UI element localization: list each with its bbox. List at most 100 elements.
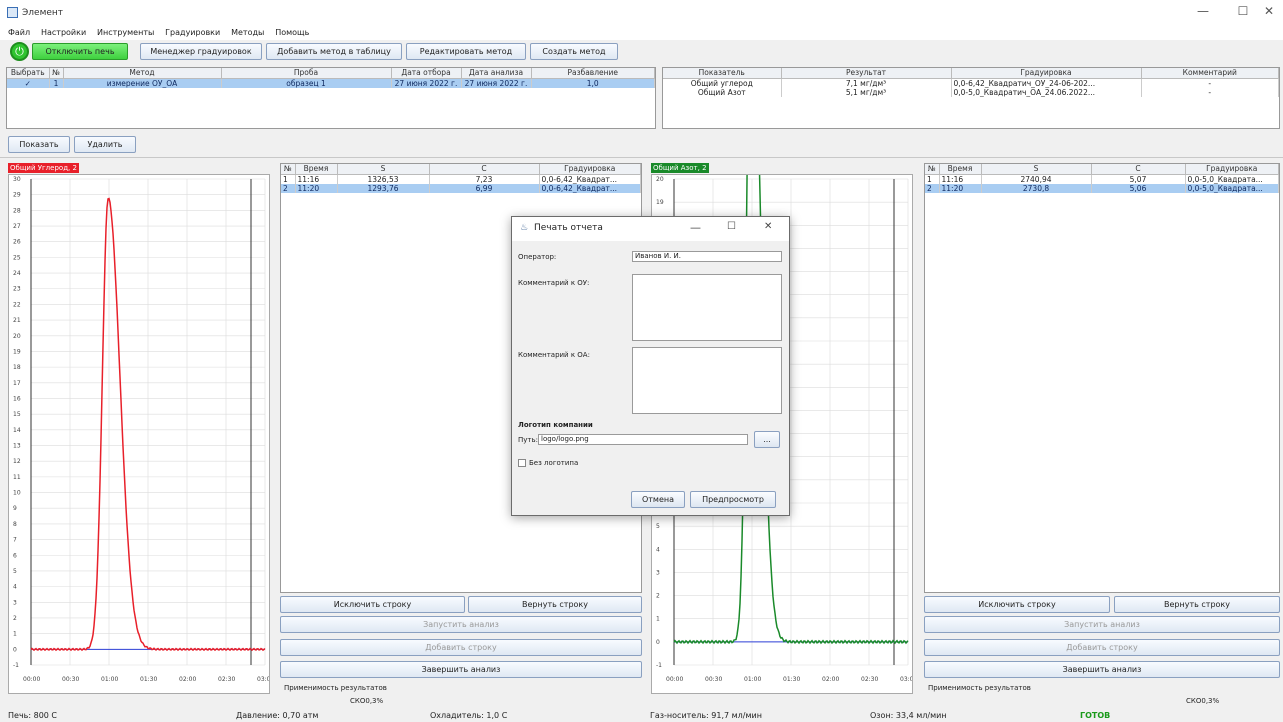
x-tick-label: 00:00 [23, 676, 40, 683]
add-method-button[interactable]: Добавить метод в таблицу [266, 43, 402, 60]
menu-tools[interactable]: Инструменты [97, 28, 154, 37]
finish-analysis-button[interactable]: Завершить анализ [924, 661, 1280, 678]
y-tick-label: 26 [13, 239, 21, 246]
menu-calibrations[interactable]: Градуировки [165, 28, 220, 37]
delete-button[interactable]: Удалить [74, 136, 136, 153]
power-icon[interactable]: ⏻ [10, 42, 29, 61]
menu-file[interactable]: Файл [8, 28, 30, 37]
dialog-title: Печать отчета [534, 223, 603, 233]
menu-methods[interactable]: Методы [231, 28, 264, 37]
table-row[interactable]: Общий углерод 7,1 мг/дм³ 0,0-6,42_Квадра… [663, 78, 1279, 88]
browse-button[interactable]: ... [754, 431, 780, 448]
col-number[interactable]: № [49, 68, 64, 79]
cell-date-analysis: 27 июня 2022 г. [461, 78, 532, 88]
close-icon[interactable]: ✕ [764, 221, 772, 232]
col-comment[interactable]: Комментарий [1141, 68, 1279, 79]
col-n[interactable]: № [925, 164, 940, 175]
status-bar: Печь: 800 С Давление: 0,70 атм Охладител… [0, 711, 1283, 722]
start-analysis-button[interactable]: Запустить анализ [924, 616, 1280, 633]
y-tick-label: 4 [656, 546, 660, 553]
col-n[interactable]: № [281, 164, 296, 175]
select-checkbox[interactable]: ✓ [7, 78, 50, 88]
oven-off-button[interactable]: Отключить печь [32, 43, 128, 60]
minimize-button[interactable]: — [1183, 4, 1223, 22]
col-calibration[interactable]: Градуировка [539, 164, 641, 175]
col-method[interactable]: Метод [63, 68, 222, 79]
menu-settings[interactable]: Настройки [41, 28, 86, 37]
table-row[interactable]: Общий Азот 5,1 мг/дм³ 0,0-5,0_Квадратич_… [663, 87, 1279, 97]
close-button[interactable]: ✕ [1255, 4, 1283, 22]
include-row-button[interactable]: Вернуть строку [468, 596, 642, 613]
edit-method-button[interactable]: Редактировать метод [406, 43, 526, 60]
maximize-icon[interactable]: ☐ [727, 221, 736, 232]
y-tick-label: 3 [656, 569, 660, 576]
col-s[interactable]: S [981, 164, 1092, 175]
left-chart-label: Общий Углерод, 2 [8, 163, 79, 173]
include-row-button[interactable]: Вернуть строку [1114, 596, 1280, 613]
cell-s: 1326,53 [337, 174, 430, 184]
add-row-button[interactable]: Добавить строку [924, 639, 1280, 656]
exclude-row-button[interactable]: Исключить строку [924, 596, 1110, 613]
col-indicator[interactable]: Показатель [663, 68, 782, 79]
preview-button[interactable]: Предпросмотр [690, 491, 776, 508]
cell-comment: - [1141, 78, 1279, 88]
exclude-row-button[interactable]: Исключить строку [280, 596, 465, 613]
table-row[interactable]: 1 11:16 2740,94 5,07 0,0-5,0_Квадрата... [925, 174, 1279, 184]
y-tick-label: 14 [13, 427, 21, 434]
y-tick-label: 15 [13, 411, 21, 418]
cell-calibration: 0,0-6,42_Квадрат... [539, 174, 641, 184]
y-tick-label: 23 [13, 286, 21, 293]
start-analysis-button[interactable]: Запустить анализ [280, 616, 642, 633]
cell-n: 1 [925, 174, 940, 184]
col-s[interactable]: S [337, 164, 430, 175]
col-dilution[interactable]: Разбавление [531, 68, 655, 79]
results-table: Показатель Результат Градуировка Коммент… [662, 67, 1280, 129]
add-row-button[interactable]: Добавить строку [280, 639, 642, 656]
minimize-icon[interactable]: — [690, 221, 701, 234]
show-button[interactable]: Показать [8, 136, 70, 153]
col-calibration[interactable]: Градуировка [1185, 164, 1279, 175]
cancel-button[interactable]: Отмена [631, 491, 685, 508]
col-c[interactable]: C [429, 164, 540, 175]
col-time[interactable]: Время [939, 164, 982, 175]
cell-calibration: 0,0-5,0_Квадрата... [1185, 174, 1279, 184]
col-sample[interactable]: Проба [221, 68, 392, 79]
col-result[interactable]: Результат [781, 68, 952, 79]
no-logo-checkbox[interactable] [518, 459, 526, 467]
col-date-sample[interactable]: Дата отбора [391, 68, 462, 79]
col-c[interactable]: C [1091, 164, 1186, 175]
java-icon: ♨ [520, 223, 529, 233]
x-tick-label: 03:00 [257, 676, 269, 683]
operator-input[interactable]: Иванов И. И. [632, 251, 782, 262]
cell-n: 2 [925, 183, 940, 193]
col-select[interactable]: Выбрать [7, 68, 50, 79]
y-tick-label: 18 [13, 364, 21, 371]
col-calibration[interactable]: Градуировка [951, 68, 1142, 79]
comment-ou-label: Комментарий к ОУ: [518, 279, 590, 287]
repeatability-value: СКО0,3% [350, 697, 384, 705]
cell-indicator: Общий Азот [663, 87, 782, 97]
table-row[interactable]: 2 11:20 1293,76 6,99 0,0-6,42_Квадрат... [281, 183, 641, 193]
cell-number: 1 [49, 78, 64, 88]
menu-help[interactable]: Помощь [275, 28, 309, 37]
comment-oa-textarea[interactable] [632, 347, 782, 414]
table-row[interactable]: 1 11:16 1326,53 7,23 0,0-6,42_Квадрат... [281, 174, 641, 184]
col-time[interactable]: Время [295, 164, 338, 175]
divider [0, 157, 1283, 158]
table-row[interactable]: 2 11:20 2730,8 5,06 0,0-5,0_Квадрата... [925, 183, 1279, 193]
path-input[interactable]: logo/logo.png [538, 434, 748, 445]
table-row[interactable]: ✓ 1 измерение ОУ_ОА образец 1 27 июня 20… [7, 78, 655, 88]
logo-section-label: Логотип компании [518, 421, 593, 429]
col-date-analysis[interactable]: Дата анализа [461, 68, 532, 79]
print-report-dialog: ♨ Печать отчета — ☐ ✕ Оператор: Иванов И… [511, 216, 790, 516]
comment-ou-textarea[interactable] [632, 274, 782, 341]
cell-dilution: 1,0 [531, 78, 655, 88]
calibration-manager-button[interactable]: Менеджер градуировок [140, 43, 262, 60]
status-cooler: Охладитель: 1,0 С [430, 711, 508, 720]
x-tick-label: 03:00 [900, 676, 912, 683]
x-tick-label: 00:30 [705, 676, 722, 683]
y-tick-label: 0 [13, 646, 17, 653]
cell-result: 5,1 мг/дм³ [781, 87, 952, 97]
finish-analysis-button[interactable]: Завершить анализ [280, 661, 642, 678]
create-method-button[interactable]: Создать метод [530, 43, 618, 60]
